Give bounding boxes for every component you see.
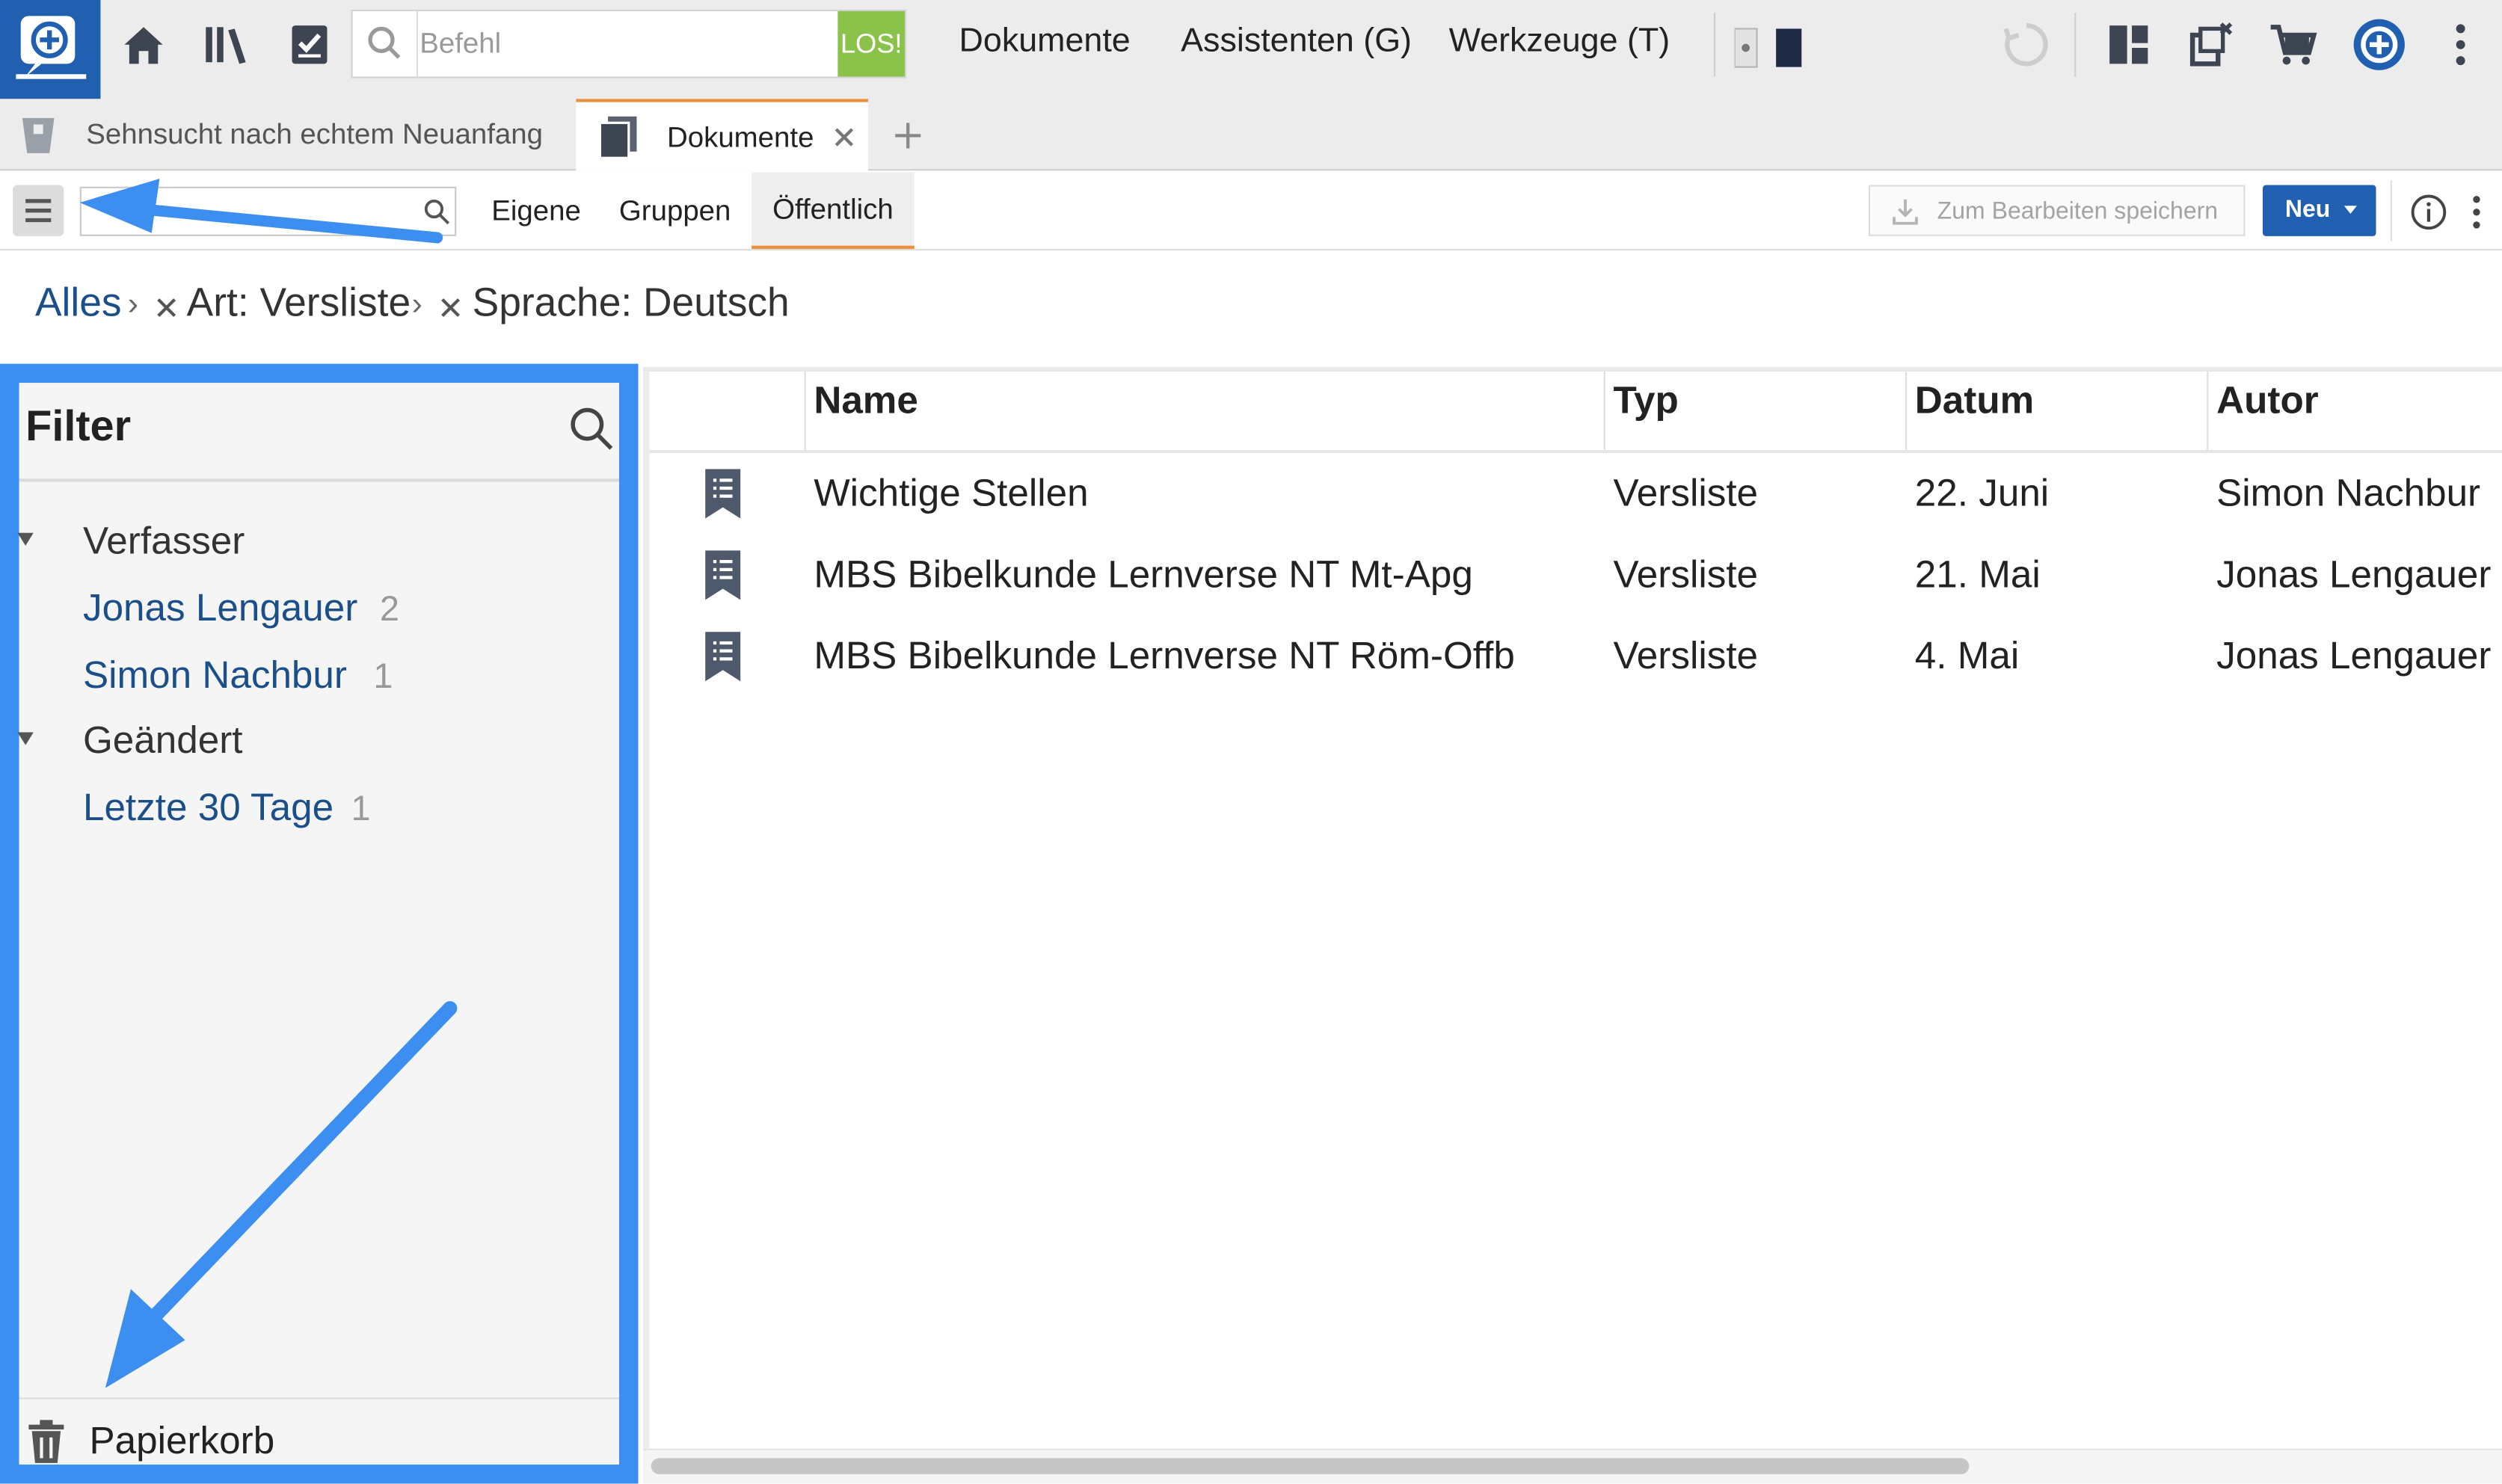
- layout-icon[interactable]: [2103, 19, 2154, 70]
- collapse-caret-icon[interactable]: [16, 730, 35, 746]
- hamburger-icon: [25, 199, 52, 223]
- breadcrumb-filter-type[interactable]: Art: Versliste: [187, 281, 411, 327]
- collapse-caret-icon[interactable]: [16, 532, 35, 547]
- column-divider: [2207, 372, 2209, 450]
- filter-item-count: 2: [379, 588, 400, 629]
- cell-date: 22. Juni: [1914, 472, 2050, 516]
- menu-documents[interactable]: Dokumente: [959, 22, 1131, 61]
- cell-author: Jonas Lengauer: [2216, 635, 2492, 678]
- tab-label: Dokumente: [667, 121, 814, 153]
- tab-sermon[interactable]: Sehnsucht nach echtem Neuanfang: [0, 99, 574, 170]
- breadcrumb-filter-language[interactable]: Sprache: Deutsch: [473, 281, 790, 327]
- trash-link[interactable]: Papierkorb: [90, 1420, 275, 1465]
- filter-item-count: 1: [351, 788, 371, 828]
- cell-name[interactable]: MBS Bibelkunde Lernverse NT Röm-Offb: [814, 635, 1514, 680]
- command-input[interactable]: [419, 10, 835, 77]
- remove-filter-icon[interactable]: ✕: [437, 289, 464, 328]
- save-for-editing-button[interactable]: Zum Bearbeiten speichern: [1868, 185, 2246, 236]
- horizontal-scrollbar-thumb[interactable]: [651, 1458, 1970, 1474]
- trash-icon: [25, 1420, 67, 1465]
- app-window: LOS! Dokumente Assistenten (G) Werkzeuge…: [0, 0, 2502, 1484]
- filter-item-simon[interactable]: Simon Nachbur: [83, 654, 347, 699]
- toolbar-divider: [2390, 180, 2392, 241]
- verse-list-icon: [705, 550, 741, 600]
- column-divider: [1603, 372, 1605, 450]
- home-icon[interactable]: [118, 19, 169, 70]
- column-header-date[interactable]: Datum: [1915, 380, 2034, 425]
- filter-item-last-30-days[interactable]: Letzte 30 Tage: [83, 786, 334, 831]
- breadcrumb-separator: ›: [411, 287, 422, 323]
- account-icon[interactable]: [2350, 16, 2408, 73]
- more-menu-icon[interactable]: [2444, 19, 2477, 70]
- cell-name[interactable]: Wichtige Stellen: [814, 472, 1088, 517]
- column-divider: [1905, 372, 1908, 450]
- menu-assistants[interactable]: Assistenten (G): [1181, 22, 1412, 61]
- filter-title: Filter: [25, 401, 132, 450]
- command-box: LOS!: [351, 9, 907, 78]
- checklist-icon[interactable]: [284, 19, 335, 70]
- cell-type: Versliste: [1613, 472, 1759, 516]
- filter-divider: [19, 478, 619, 482]
- remove-filter-icon[interactable]: ✕: [153, 289, 180, 328]
- verse-list-icon: [705, 469, 741, 519]
- sync-icon[interactable]: [2001, 19, 2052, 70]
- filter-group-changed[interactable]: Geändert: [83, 719, 243, 764]
- cell-date: 21. Mai: [1914, 553, 2041, 597]
- download-icon: [1893, 199, 1918, 225]
- cell-date: 4. Mai: [1914, 635, 2020, 678]
- filter-item-jonas[interactable]: Jonas Lengauer: [83, 587, 357, 632]
- cell-name[interactable]: MBS Bibelkunde Lernverse NT Mt-Apg: [814, 553, 1473, 598]
- column-header-author[interactable]: Autor: [2216, 380, 2319, 425]
- new-tab-icon[interactable]: [892, 120, 924, 152]
- column-divider: [804, 372, 806, 450]
- cell-author: Simon Nachbur: [2216, 472, 2481, 516]
- new-document-button[interactable]: Neu: [2263, 185, 2376, 236]
- panel-thumbnail-icon[interactable]: [1734, 27, 1808, 68]
- breadcrumb-separator: ›: [127, 287, 138, 323]
- filter-search-icon[interactable]: [568, 405, 616, 453]
- chevron-down-icon: [2343, 206, 2357, 214]
- toolbar-divider-right: [2074, 13, 2077, 77]
- documents-icon: [598, 116, 637, 159]
- cell-type: Versliste: [1613, 553, 1759, 597]
- tab-documents[interactable]: Dokumente: [576, 99, 868, 171]
- logo-icon: [16, 16, 87, 79]
- filter-divider: [19, 1397, 619, 1400]
- tab-label: Sehnsucht nach echtem Neuanfang: [86, 117, 543, 150]
- close-tab-icon[interactable]: [833, 126, 855, 149]
- cell-type: Versliste: [1613, 635, 1759, 678]
- library-icon[interactable]: [201, 19, 252, 70]
- close-panels-icon[interactable]: [2186, 19, 2237, 70]
- segment-public[interactable]: Öffentlich: [751, 172, 915, 249]
- search-icon: [368, 26, 401, 59]
- sidebar-toggle-button[interactable]: [13, 185, 64, 236]
- info-icon[interactable]: [2409, 193, 2447, 231]
- document-search-input[interactable]: [79, 186, 457, 236]
- segment-groups[interactable]: Gruppen: [603, 172, 747, 248]
- column-header-type[interactable]: Typ: [1613, 380, 1678, 425]
- breadcrumb-root[interactable]: Alles: [35, 281, 122, 327]
- toolbar-more-icon[interactable]: [2464, 193, 2489, 231]
- filter-group-author[interactable]: Verfasser: [83, 520, 245, 565]
- column-header-name[interactable]: Name: [814, 380, 918, 425]
- save-label: Zum Bearbeiten speichern: [1937, 197, 2219, 225]
- filter-item-count: 1: [373, 656, 393, 696]
- search-icon: [424, 199, 450, 225]
- new-label: Neu: [2284, 196, 2331, 224]
- table-left-border: [643, 372, 650, 1449]
- verse-list-icon: [705, 632, 741, 682]
- menu-tools[interactable]: Werkzeuge (T): [1449, 22, 1670, 61]
- cell-author: Jonas Lengauer: [2216, 553, 2492, 597]
- cart-icon[interactable]: [2267, 19, 2318, 70]
- go-button[interactable]: LOS!: [837, 10, 905, 77]
- toolbar-divider: [1713, 13, 1716, 77]
- logos-logo-button[interactable]: [0, 0, 101, 99]
- sermon-icon: [22, 117, 55, 153]
- segment-own[interactable]: Eigene: [476, 172, 597, 248]
